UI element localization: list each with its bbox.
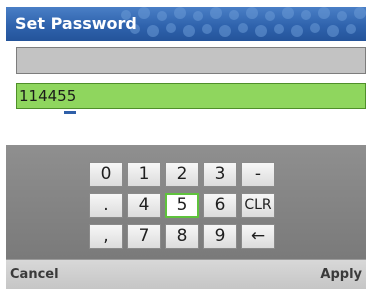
- key-4[interactable]: 4: [127, 193, 161, 218]
- key-1[interactable]: 1: [127, 162, 161, 187]
- dialog-title: Set Password: [15, 14, 137, 33]
- password-field[interactable]: [16, 47, 366, 74]
- title-bar-pattern: [121, 7, 366, 37]
- title-bar: Set Password: [6, 7, 366, 41]
- key-9[interactable]: 9: [203, 224, 237, 249]
- key-minus[interactable]: -: [241, 162, 275, 187]
- key-3[interactable]: 3: [203, 162, 237, 187]
- key-6[interactable]: 6: [203, 193, 237, 218]
- key-0[interactable]: 0: [89, 162, 123, 187]
- key-dot[interactable]: .: [89, 193, 123, 218]
- cancel-button[interactable]: Cancel: [10, 267, 59, 282]
- numeric-keypad: 0 1 2 3 - . 4 5 6 CLR , 7 8 9 ←: [6, 145, 366, 259]
- confirm-password-field[interactable]: 114455: [16, 83, 366, 109]
- backspace-icon[interactable]: ←: [241, 224, 275, 249]
- text-cursor: [64, 111, 76, 114]
- key-7[interactable]: 7: [127, 224, 161, 249]
- key-clear[interactable]: CLR: [241, 193, 275, 218]
- softkey-bar: Cancel Apply: [6, 259, 366, 289]
- key-5[interactable]: 5: [165, 193, 199, 218]
- key-comma[interactable]: ,: [89, 224, 123, 249]
- apply-button[interactable]: Apply: [320, 267, 362, 282]
- password-form: 114455: [6, 41, 366, 145]
- key-8[interactable]: 8: [165, 224, 199, 249]
- key-2[interactable]: 2: [165, 162, 199, 187]
